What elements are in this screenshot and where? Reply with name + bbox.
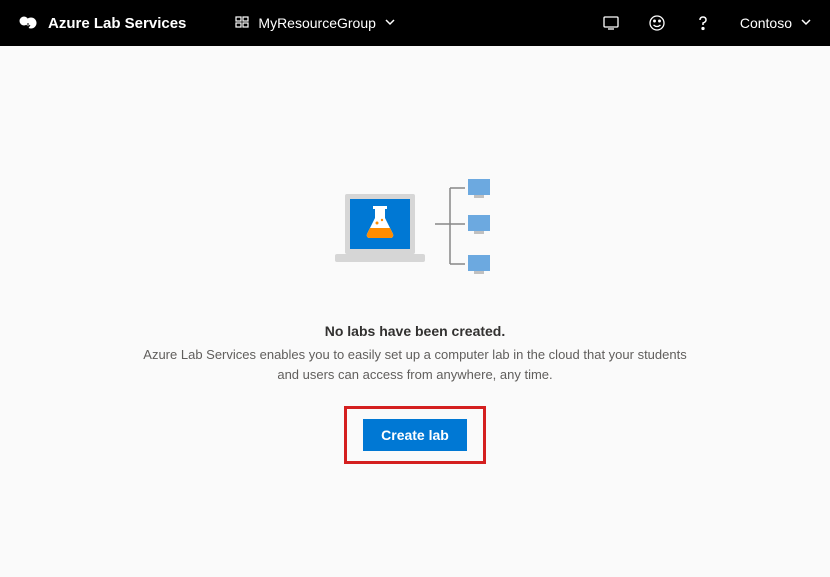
resource-group-icon: [234, 14, 250, 33]
empty-state-title: No labs have been created.: [325, 323, 506, 339]
top-nav-bar: Azure Lab Services MyResourceGroup: [0, 0, 830, 46]
empty-state-description: Azure Lab Services enables you to easily…: [135, 345, 695, 384]
main-content: No labs have been created. Azure Lab Ser…: [0, 46, 830, 464]
app-logo-icon: [18, 13, 38, 33]
header-right: Contoso: [602, 14, 812, 32]
empty-state-illustration: [325, 176, 505, 291]
resource-group-label: MyResourceGroup: [258, 15, 376, 31]
account-name: Contoso: [740, 15, 792, 31]
highlight-box: Create lab: [344, 406, 486, 464]
resource-group-dropdown[interactable]: MyResourceGroup: [234, 14, 396, 33]
account-dropdown[interactable]: Contoso: [740, 15, 812, 31]
header-left: Azure Lab Services: [18, 13, 186, 33]
feedback-smiley-icon[interactable]: [648, 14, 666, 32]
monitor-icon[interactable]: [602, 14, 620, 32]
chevron-down-icon: [384, 15, 396, 31]
help-icon[interactable]: [694, 14, 712, 32]
create-lab-button[interactable]: Create lab: [363, 419, 467, 451]
chevron-down-icon: [800, 15, 812, 31]
app-title: Azure Lab Services: [48, 15, 186, 32]
